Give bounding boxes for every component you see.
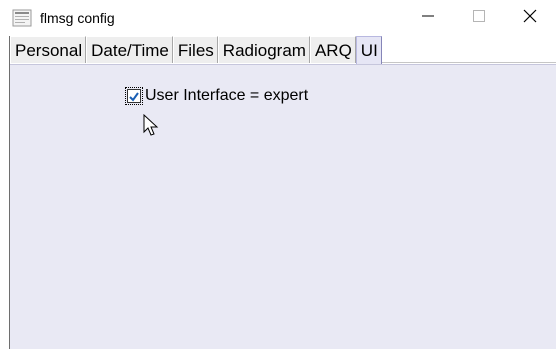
- ui-tab-panel: [10, 64, 556, 349]
- tab-radiogram[interactable]: Radiogram: [217, 36, 310, 63]
- app-icon: [12, 9, 32, 27]
- close-icon: [523, 9, 537, 28]
- minimize-button[interactable]: [404, 0, 452, 36]
- window-title: flmsg config: [40, 10, 115, 26]
- tab-arq[interactable]: ARQ: [309, 36, 356, 63]
- user-interface-expert-option[interactable]: User Interface = expert: [125, 87, 308, 105]
- tab-files[interactable]: Files: [172, 36, 218, 63]
- checkmark-icon: [128, 90, 140, 108]
- maximize-button[interactable]: [455, 0, 503, 36]
- maximize-icon: [473, 9, 485, 27]
- title-bar[interactable]: flmsg config: [0, 0, 556, 36]
- close-button[interactable]: [506, 0, 554, 36]
- tab-bar-filler: [381, 36, 556, 63]
- config-window: flmsg config Personal Date/Time Files Ra…: [0, 0, 556, 349]
- minimize-icon: [422, 9, 434, 27]
- user-interface-expert-checkbox[interactable]: [125, 87, 143, 105]
- tab-date-time[interactable]: Date/Time: [86, 36, 173, 63]
- tab-personal[interactable]: Personal: [10, 36, 87, 63]
- mouse-pointer-icon: [143, 113, 161, 138]
- tab-bar: Personal Date/Time Files Radiogram ARQ U…: [10, 36, 556, 65]
- tab-ui[interactable]: UI: [355, 36, 382, 65]
- user-interface-expert-label: User Interface = expert: [145, 87, 309, 104]
